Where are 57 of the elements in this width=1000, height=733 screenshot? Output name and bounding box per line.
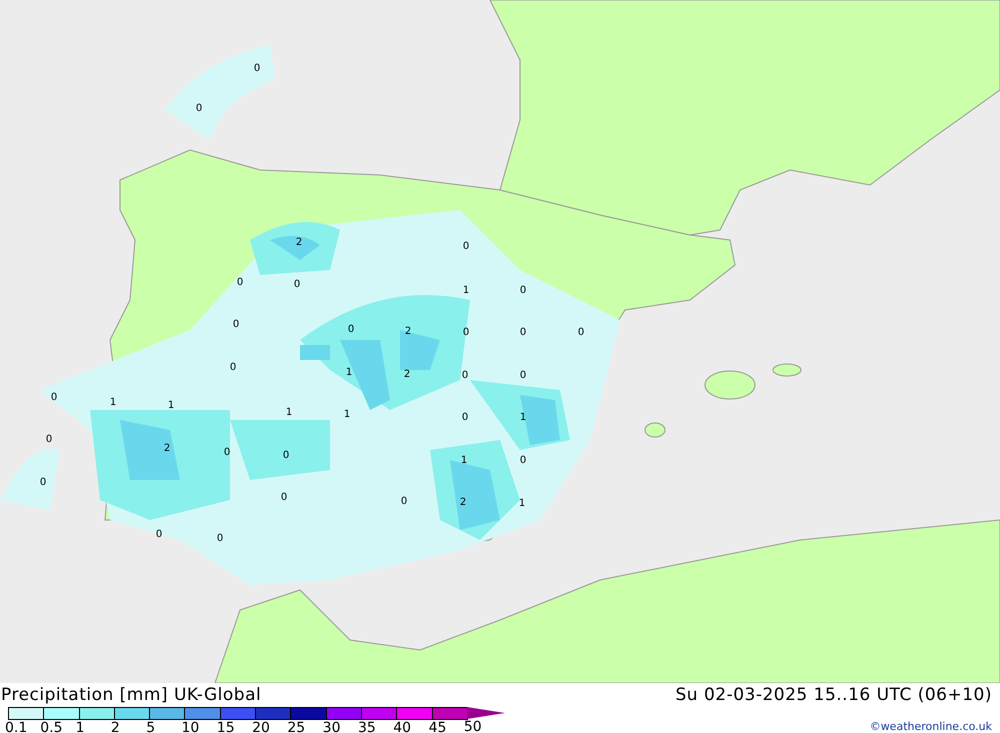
legend-tick-label: 10 bbox=[181, 720, 200, 733]
precipitation-value-label: 0 bbox=[156, 529, 162, 540]
precipitation-value-label: 0 bbox=[520, 370, 526, 381]
precipitation-value-label: 1 bbox=[286, 407, 292, 418]
precipitation-value-label: 1 bbox=[518, 498, 526, 509]
precipitation-value-label: 0 bbox=[216, 533, 224, 544]
legend-tick-label: 20 bbox=[252, 720, 270, 733]
precipitation-value-label: 0 bbox=[230, 362, 236, 373]
precipitation-value-label: 0 bbox=[578, 327, 584, 338]
legend-tick-label: 2 bbox=[110, 720, 120, 733]
precipitation-value-label: 1 bbox=[520, 412, 526, 423]
precipitation-value-label: 0 bbox=[232, 319, 240, 330]
precipitation-value-label: 0 bbox=[236, 277, 244, 288]
precipitation-value-label: 1 bbox=[110, 397, 116, 408]
legend-tick-label: 0.5 bbox=[40, 720, 63, 733]
legend-tick-label: 25 bbox=[287, 720, 306, 733]
copyright-link[interactable]: ©weatheronline.co.uk bbox=[870, 720, 992, 733]
precipitation-value-label: 0 bbox=[520, 327, 526, 338]
precipitation-value-label: 1 bbox=[462, 285, 470, 296]
precipitation-value-label: 2 bbox=[404, 369, 410, 380]
precipitation-value-label: 0 bbox=[224, 447, 230, 458]
legend-tick-label: 30 bbox=[322, 720, 340, 733]
legend-tick-label: 15 bbox=[216, 720, 235, 733]
precipitation-value-label: 0 bbox=[254, 63, 260, 74]
legend-tick-label: 45 bbox=[428, 720, 446, 733]
precipitation-value-label: 0 bbox=[462, 370, 468, 381]
precipitation-value-label: 0 bbox=[400, 496, 408, 507]
precipitation-value-label: 2 bbox=[296, 237, 302, 248]
precipitation-value-label: 0 bbox=[50, 392, 58, 403]
legend-tick-label: 50 bbox=[464, 719, 482, 733]
valid-time: Su 02-03-2025 15..16 UTC (06+10) bbox=[675, 685, 992, 705]
legend-arrow-icon bbox=[466, 707, 505, 719]
precipitation-value-label: 0 bbox=[282, 450, 290, 461]
precipitation-value-label: 0 bbox=[462, 327, 470, 338]
precipitation-value-label: 1 bbox=[346, 367, 352, 378]
precipitation-value-label: 2 bbox=[404, 326, 412, 337]
precipitation-value-label: 1 bbox=[460, 455, 468, 466]
precipitation-value-label: 0 bbox=[520, 455, 526, 466]
precipitation-value-label: 2 bbox=[460, 497, 466, 508]
precipitation-value-label: 1 bbox=[168, 400, 174, 411]
precipitation-value-label: 0 bbox=[348, 324, 354, 335]
precipitation-value-label: 0 bbox=[462, 412, 468, 423]
precipitation-value-label: 0 bbox=[462, 241, 470, 252]
precipitation-value-label: 1 bbox=[344, 409, 350, 420]
precipitation-value-label: 0 bbox=[46, 434, 52, 445]
precipitation-value-label: 0 bbox=[196, 103, 202, 114]
chart-title: Precipitation [mm] UK-Global bbox=[0, 685, 262, 705]
legend-tick-label: 40 bbox=[393, 720, 412, 733]
precipitation-value-label: 2 bbox=[164, 443, 170, 454]
precipitation-value-label: 0 bbox=[294, 279, 300, 290]
legend-tick-label: 1 bbox=[76, 720, 85, 733]
legend-tick-label: 0.1 bbox=[5, 720, 28, 733]
precipitation-value-label: 0 bbox=[280, 492, 288, 503]
legend-tick-label: 5 bbox=[146, 720, 156, 733]
precipitation-value-label: 0 bbox=[40, 477, 46, 488]
precipitation-value-label: 0 bbox=[520, 285, 526, 296]
legend-tick-label: 35 bbox=[358, 720, 376, 733]
